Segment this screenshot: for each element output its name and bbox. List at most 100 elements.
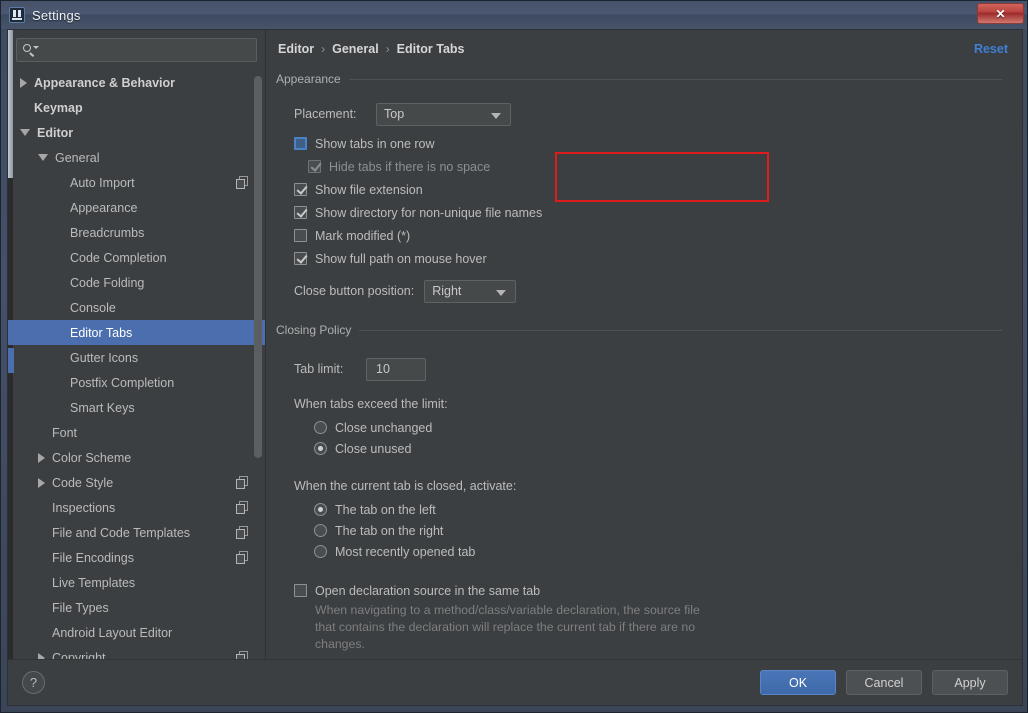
closing-policy-group-body: Tab limit: When tabs exceed the limit: C… bbox=[276, 339, 1002, 653]
breadcrumb-item-editor[interactable]: Editor bbox=[278, 42, 314, 56]
placement-value: Top bbox=[384, 107, 405, 121]
sidebar-item-label: Code Completion bbox=[70, 250, 167, 265]
sidebar-item-gutter-icons[interactable]: Gutter Icons bbox=[8, 345, 265, 370]
tab-limit-input[interactable] bbox=[374, 361, 425, 377]
copy-settings-icon[interactable] bbox=[236, 651, 249, 659]
settings-main-panel: Editor › General › Editor Tabs Reset App… bbox=[266, 30, 1022, 659]
sidebar-item-label: Live Templates bbox=[52, 575, 136, 590]
sidebar-item-android-layout-editor[interactable]: Android Layout Editor bbox=[8, 620, 265, 645]
sidebar-item-general[interactable]: General bbox=[8, 145, 265, 170]
help-icon[interactable]: ? bbox=[22, 671, 45, 694]
sidebar-item-file-and-code-templates[interactable]: File and Code Templates bbox=[8, 520, 265, 545]
radio-the-tab-on-the-right[interactable]: The tab on the right bbox=[314, 520, 1002, 541]
sidebar-item-copyright[interactable]: Copyright bbox=[8, 645, 265, 659]
open-declaration-checkbox[interactable]: Open declaration source in the same tab bbox=[294, 579, 1002, 602]
sidebar-item-postfix-completion[interactable]: Postfix Completion bbox=[8, 370, 265, 395]
sidebar-item-console[interactable]: Console bbox=[8, 295, 265, 320]
radio-close-unchanged[interactable]: Close unchanged bbox=[314, 417, 1002, 438]
sidebar-item-appearance[interactable]: Appearance bbox=[8, 195, 265, 220]
search-icon bbox=[23, 44, 39, 57]
copy-settings-icon[interactable] bbox=[236, 526, 249, 539]
checkbox-show-file-extension[interactable]: Show file extension bbox=[294, 178, 1002, 201]
sidebar-item-label: Code Style bbox=[52, 475, 114, 490]
radio-label: Close unchanged bbox=[335, 420, 433, 435]
search-input[interactable] bbox=[39, 39, 256, 61]
apply-button[interactable]: Apply bbox=[932, 670, 1008, 695]
sidebar-item-live-templates[interactable]: Live Templates bbox=[8, 570, 265, 595]
close-button-position-row: Close button position: Right bbox=[294, 279, 1002, 303]
checkbox-show-full-path-on-mouse-hover[interactable]: Show full path on mouse hover bbox=[294, 247, 1002, 270]
placement-dropdown[interactable]: Top bbox=[376, 102, 511, 126]
close-icon[interactable]: ✕ bbox=[977, 3, 1024, 24]
checkbox-box bbox=[308, 160, 321, 173]
exceed-limit-label: When tabs exceed the limit: bbox=[294, 397, 448, 411]
closing-policy-group-header: Closing Policy bbox=[276, 323, 1002, 337]
breadcrumb-item-general[interactable]: General bbox=[332, 42, 379, 56]
sidebar-item-inspections[interactable]: Inspections bbox=[8, 495, 265, 520]
radio-label: Close unused bbox=[335, 441, 412, 456]
chevron-right-icon[interactable] bbox=[20, 77, 27, 88]
copy-settings-icon[interactable] bbox=[236, 501, 249, 514]
sidebar-item-code-completion[interactable]: Code Completion bbox=[8, 245, 265, 270]
copy-settings-icon[interactable] bbox=[236, 551, 249, 564]
chevron-down-icon[interactable] bbox=[38, 154, 48, 161]
sidebar-item-label: Smart Keys bbox=[70, 400, 135, 415]
copy-settings-icon[interactable] bbox=[236, 476, 249, 489]
reset-link[interactable]: Reset bbox=[974, 42, 1008, 56]
ok-button[interactable]: OK bbox=[760, 670, 836, 695]
cancel-button[interactable]: Cancel bbox=[846, 670, 922, 695]
sidebar-item-file-encodings[interactable]: File Encodings bbox=[8, 545, 265, 570]
tab-limit-row: Tab limit: bbox=[294, 357, 1002, 381]
breadcrumb: Editor › General › Editor Tabs bbox=[278, 42, 465, 56]
sidebar-item-label: Editor bbox=[37, 125, 74, 140]
radio-label: Most recently opened tab bbox=[335, 544, 476, 559]
dialog-button-bar: ? OK Cancel Apply bbox=[8, 659, 1022, 705]
tab-limit-field[interactable] bbox=[366, 357, 426, 381]
chevron-right-icon[interactable] bbox=[38, 477, 45, 488]
radio-label: The tab on the left bbox=[335, 502, 436, 517]
chevron-right-icon[interactable] bbox=[38, 452, 45, 463]
checkbox-label: Hide tabs if there is no space bbox=[329, 159, 491, 174]
search-field[interactable] bbox=[16, 38, 257, 62]
radio-circle bbox=[314, 421, 327, 434]
radio-most-recently-opened-tab[interactable]: Most recently opened tab bbox=[314, 541, 1002, 562]
sidebar-item-code-style[interactable]: Code Style bbox=[8, 470, 265, 495]
group-divider bbox=[359, 329, 1002, 331]
sidebar-item-label: Keymap bbox=[34, 100, 83, 115]
sidebar-item-label: Appearance bbox=[70, 200, 138, 215]
copy-settings-icon[interactable] bbox=[236, 176, 249, 189]
sidebar-item-editor-tabs[interactable]: Editor Tabs bbox=[8, 320, 265, 345]
settings-tree-scroll[interactable]: Appearance & Behavior Keymap Editor General… bbox=[8, 68, 265, 659]
sidebar-item-color-scheme[interactable]: Color Scheme bbox=[8, 445, 265, 470]
open-declaration-hint: When navigating to a method/class/variab… bbox=[315, 603, 700, 651]
close-button-position-dropdown[interactable]: Right bbox=[424, 279, 517, 303]
sidebar-scrollbar-thumb[interactable] bbox=[254, 76, 262, 458]
sidebar-item-file-types[interactable]: File Types bbox=[8, 595, 265, 620]
chevron-down-icon[interactable] bbox=[20, 129, 30, 136]
search-container bbox=[8, 30, 265, 68]
close-button-position-value: Right bbox=[432, 284, 462, 298]
radio-the-tab-on-the-left[interactable]: The tab on the left bbox=[314, 499, 1002, 520]
radio-close-unused[interactable]: Close unused bbox=[314, 438, 1002, 459]
sidebar-item-smart-keys[interactable]: Smart Keys bbox=[8, 395, 265, 420]
checkbox-box bbox=[294, 252, 307, 265]
sidebar-item-auto-import[interactable]: Auto Import bbox=[8, 170, 265, 195]
checkbox-show-directory-for-non-unique-file-names[interactable]: Show directory for non-unique file names bbox=[294, 201, 1002, 224]
sidebar-scrollbar[interactable] bbox=[253, 68, 263, 659]
sidebar-item-editor[interactable]: Editor bbox=[8, 120, 265, 145]
dialog-actions: OK Cancel Apply bbox=[760, 670, 1008, 695]
sidebar-item-appearance-behavior[interactable]: Appearance & Behavior bbox=[8, 70, 265, 95]
sidebar-item-code-folding[interactable]: Code Folding bbox=[8, 270, 265, 295]
sidebar-item-keymap[interactable]: Keymap bbox=[8, 95, 265, 120]
chevron-right-icon[interactable] bbox=[38, 652, 45, 659]
sidebar-item-label: Breadcrumbs bbox=[70, 225, 145, 240]
settings-tree: Appearance & Behavior Keymap Editor General… bbox=[8, 68, 265, 659]
sidebar-item-breadcrumbs[interactable]: Breadcrumbs bbox=[8, 220, 265, 245]
checkbox-show-tabs-in-one-row[interactable]: Show tabs in one row bbox=[294, 132, 1002, 155]
radio-circle bbox=[314, 503, 327, 516]
sidebar-item-font[interactable]: Font bbox=[8, 420, 265, 445]
dialog-client-area: Appearance & Behavior Keymap Editor General… bbox=[7, 29, 1023, 706]
settings-window: Settings ✕ Appearance & Behavior Keymap … bbox=[0, 0, 1028, 713]
checkbox-mark-modified[interactable]: Mark modified (*) bbox=[294, 224, 1002, 247]
checkbox-box bbox=[294, 229, 307, 242]
